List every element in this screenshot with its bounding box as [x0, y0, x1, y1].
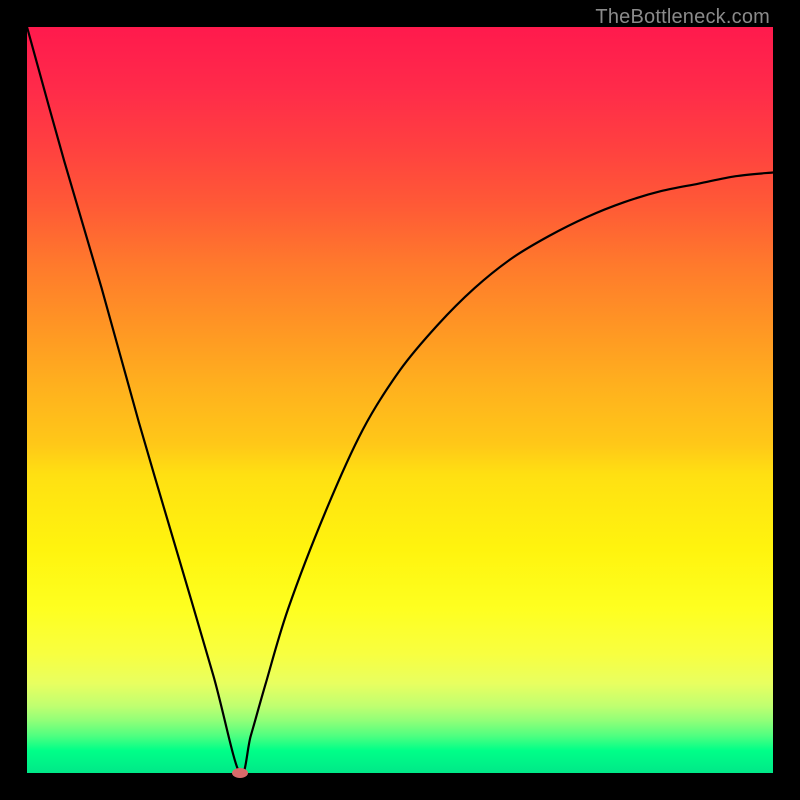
plot-area — [27, 27, 773, 773]
attribution-label: TheBottleneck.com — [595, 6, 770, 29]
bottleneck-curve — [27, 27, 773, 773]
minimum-marker — [232, 768, 248, 778]
chart-frame: TheBottleneck.com — [0, 0, 800, 800]
curve-svg — [27, 27, 773, 773]
